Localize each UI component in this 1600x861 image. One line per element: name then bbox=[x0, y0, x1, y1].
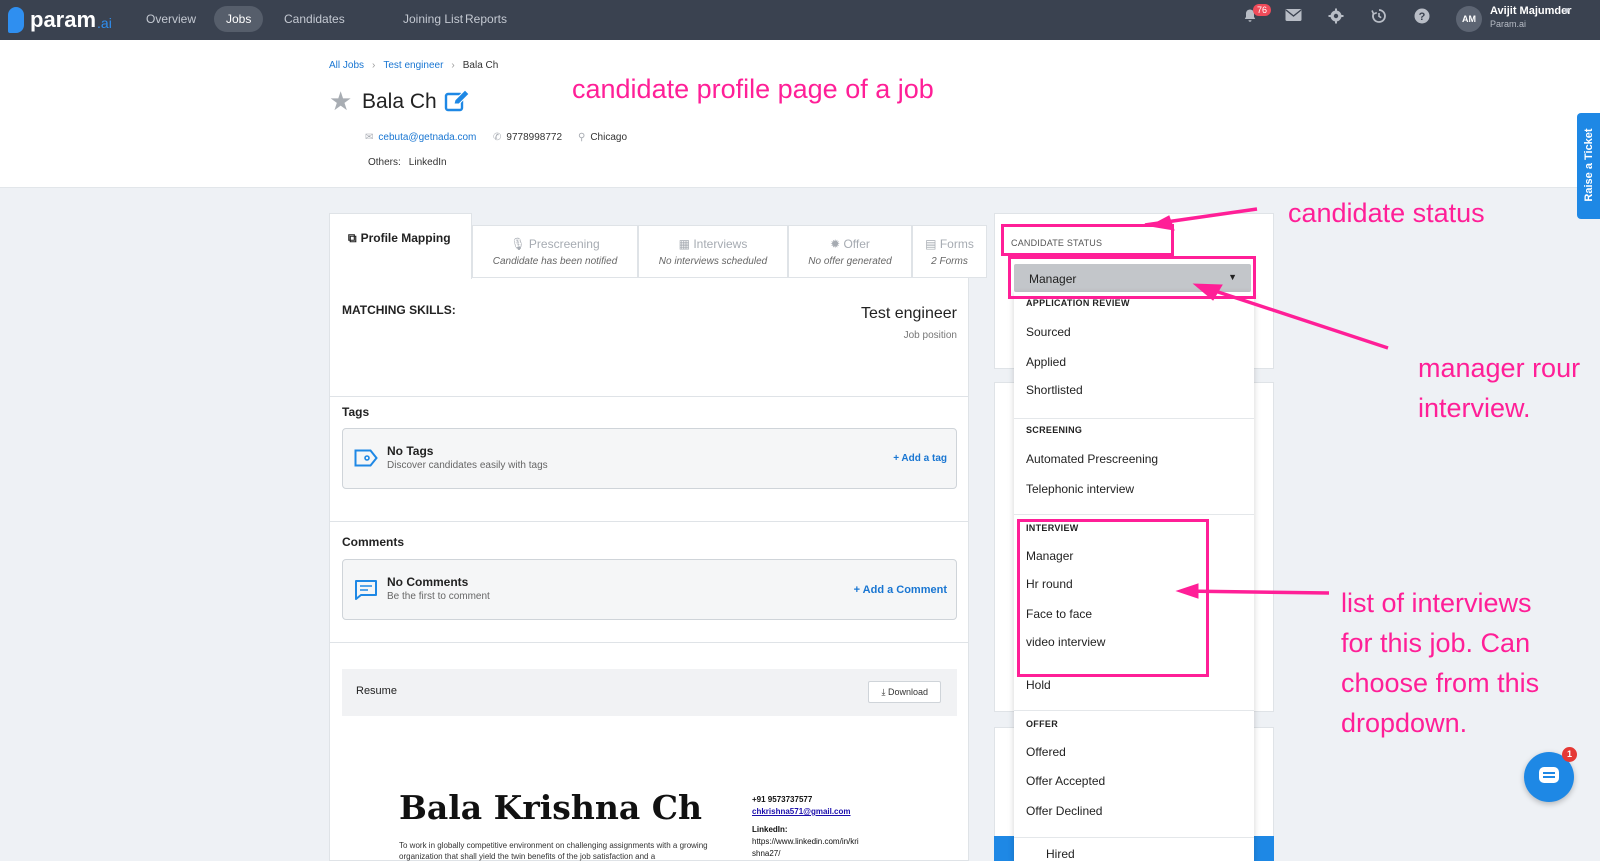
copy-icon: ⧉ bbox=[348, 231, 357, 245]
chat-icon bbox=[1539, 767, 1559, 783]
annotation-arrows bbox=[1144, 207, 1389, 599]
raise-ticket-button[interactable]: Raise a Ticket bbox=[1577, 113, 1600, 219]
chat-badge: 1 bbox=[1562, 747, 1577, 762]
raise-ticket-label: Raise a Ticket bbox=[1583, 128, 1595, 202]
tab-profile-mapping-title: ⧉ Profile Mapping bbox=[348, 231, 451, 245]
tab-profile-mapping[interactable]: ⧉ Profile Mapping bbox=[329, 213, 472, 279]
